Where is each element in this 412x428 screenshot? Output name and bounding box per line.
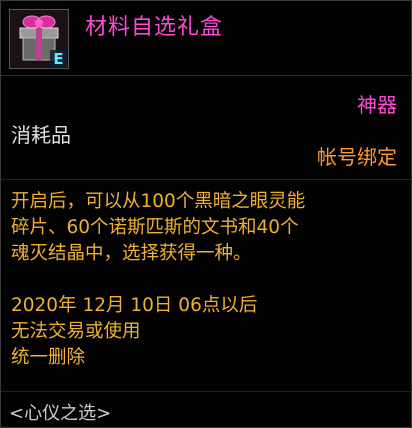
description-line: 开启后，可以从100个黑暗之眼灵能 — [11, 191, 306, 212]
equipment-badge: E — [53, 50, 63, 68]
source-label: <心仪之选> — [9, 403, 112, 424]
expiry-line: 无法交易或使用 — [11, 321, 141, 342]
item-description: 开启后，可以从100个黑暗之眼灵能 碎片、60个诺斯匹斯的文书和40个 魂灭结晶… — [11, 189, 401, 267]
binding-label: 帐号绑定 — [317, 145, 397, 169]
rarity-label: 神器 — [357, 93, 397, 117]
expiry-line: 统一删除 — [11, 347, 86, 368]
description-line: 碎片、60个诺斯匹斯的文书和40个 — [11, 217, 299, 238]
tooltip-header: E 材料自选礼盒 — [1, 1, 411, 76]
description-line: 魂灭结晶中，选择获得一种。 — [11, 243, 252, 264]
divider — [1, 179, 411, 180]
item-tooltip: E 材料自选礼盒 神器 消耗品 帐号绑定 开启后，可以从100个黑暗之眼灵能 碎… — [0, 0, 412, 428]
expiry-notice: 2020年 12月 10日 06点以后 无法交易或使用 统一删除 — [11, 293, 401, 371]
gift-box-icon: E — [9, 9, 69, 69]
divider — [1, 391, 411, 392]
expiry-line: 2020年 12月 10日 06点以后 — [11, 295, 258, 316]
category-label: 消耗品 — [11, 123, 71, 147]
item-name: 材料自选礼盒 — [85, 15, 224, 40]
